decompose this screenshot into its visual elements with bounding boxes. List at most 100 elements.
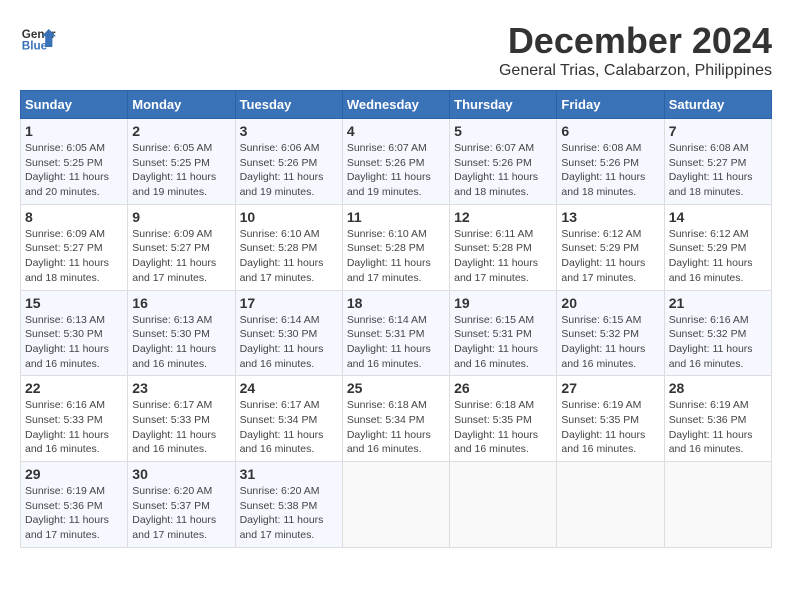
page-header: General Blue December 2024 General Trias… bbox=[20, 20, 772, 80]
day-number: 10 bbox=[240, 209, 338, 225]
calendar-cell: 9Sunrise: 6:09 AMSunset: 5:27 PMDaylight… bbox=[128, 204, 235, 290]
day-detail: Sunrise: 6:09 AMSunset: 5:27 PMDaylight:… bbox=[25, 227, 123, 286]
day-detail: Sunrise: 6:11 AMSunset: 5:28 PMDaylight:… bbox=[454, 227, 552, 286]
day-number: 31 bbox=[240, 466, 338, 482]
calendar-cell: 23 Sunrise: 6:17 AMSunset: 5:33 PMDayligh… bbox=[128, 376, 235, 462]
calendar-cell: 25 Sunrise: 6:18 AMSunset: 5:34 PMDayligh… bbox=[342, 376, 449, 462]
day-detail: Sunrise: 6:19 AMSunset: 5:36 PMDaylight:… bbox=[669, 398, 767, 457]
calendar-cell: 15Sunrise: 6:13 AMSunset: 5:30 PMDayligh… bbox=[21, 290, 128, 376]
day-number: 26 bbox=[454, 380, 552, 396]
calendar-cell: 20 Sunrise: 6:15 AMSunset: 5:32 PMDayligh… bbox=[557, 290, 664, 376]
day-number: 25 bbox=[347, 380, 445, 396]
calendar-cell: 2Sunrise: 6:05 AMSunset: 5:25 PMDaylight… bbox=[128, 119, 235, 205]
day-detail: Sunrise: 6:16 AMSunset: 5:32 PMDaylight:… bbox=[669, 313, 767, 372]
calendar-cell: 3Sunrise: 6:06 AMSunset: 5:26 PMDaylight… bbox=[235, 119, 342, 205]
day-number: 17 bbox=[240, 295, 338, 311]
calendar-cell: 30Sunrise: 6:20 AMSunset: 5:37 PMDayligh… bbox=[128, 462, 235, 548]
calendar-cell: 22 Sunrise: 6:16 AMSunset: 5:33 PMDayligh… bbox=[21, 376, 128, 462]
day-detail: Sunrise: 6:19 AMSunset: 5:35 PMDaylight:… bbox=[561, 398, 659, 457]
calendar-cell: 5 Sunrise: 6:07 AMSunset: 5:26 PMDaylight… bbox=[450, 119, 557, 205]
day-number: 7 bbox=[669, 123, 767, 139]
calendar-cell: 26 Sunrise: 6:18 AMSunset: 5:35 PMDayligh… bbox=[450, 376, 557, 462]
day-detail: Sunrise: 6:17 AMSunset: 5:34 PMDaylight:… bbox=[240, 398, 338, 457]
day-number: 18 bbox=[347, 295, 445, 311]
day-number: 11 bbox=[347, 209, 445, 225]
column-header-monday: Monday bbox=[128, 91, 235, 119]
day-number: 8 bbox=[25, 209, 123, 225]
day-number: 15 bbox=[25, 295, 123, 311]
day-number: 5 bbox=[454, 123, 552, 139]
calendar-cell: 6 Sunrise: 6:08 AMSunset: 5:26 PMDaylight… bbox=[557, 119, 664, 205]
day-number: 24 bbox=[240, 380, 338, 396]
column-header-saturday: Saturday bbox=[664, 91, 771, 119]
logo: General Blue bbox=[20, 20, 56, 56]
calendar-cell bbox=[342, 462, 449, 548]
logo-icon: General Blue bbox=[20, 20, 56, 56]
calendar-cell: 21 Sunrise: 6:16 AMSunset: 5:32 PMDayligh… bbox=[664, 290, 771, 376]
day-detail: Sunrise: 6:17 AMSunset: 5:33 PMDaylight:… bbox=[132, 398, 230, 457]
month-title: December 2024 bbox=[499, 20, 772, 62]
day-detail: Sunrise: 6:07 AMSunset: 5:26 PMDaylight:… bbox=[454, 141, 552, 200]
day-number: 3 bbox=[240, 123, 338, 139]
day-detail: Sunrise: 6:13 AMSunset: 5:30 PMDaylight:… bbox=[132, 313, 230, 372]
column-header-tuesday: Tuesday bbox=[235, 91, 342, 119]
calendar-table: SundayMondayTuesdayWednesdayThursdayFrid… bbox=[20, 90, 772, 548]
calendar-cell: 10Sunrise: 6:10 AMSunset: 5:28 PMDayligh… bbox=[235, 204, 342, 290]
day-number: 27 bbox=[561, 380, 659, 396]
calendar-week-row: 8 Sunrise: 6:09 AMSunset: 5:27 PMDaylight… bbox=[21, 204, 772, 290]
calendar-cell: 12 Sunrise: 6:11 AMSunset: 5:28 PMDayligh… bbox=[450, 204, 557, 290]
calendar-cell: 19 Sunrise: 6:15 AMSunset: 5:31 PMDayligh… bbox=[450, 290, 557, 376]
day-detail: Sunrise: 6:16 AMSunset: 5:33 PMDaylight:… bbox=[25, 398, 123, 457]
calendar-cell: 29 Sunrise: 6:19 AMSunset: 5:36 PMDayligh… bbox=[21, 462, 128, 548]
day-detail: Sunrise: 6:08 AMSunset: 5:26 PMDaylight:… bbox=[561, 141, 659, 200]
calendar-cell: 31 Sunrise: 6:20 AMSunset: 5:38 PMDayligh… bbox=[235, 462, 342, 548]
day-detail: Sunrise: 6:14 AMSunset: 5:31 PMDaylight:… bbox=[347, 313, 445, 372]
calendar-cell bbox=[557, 462, 664, 548]
day-detail: Sunrise: 6:18 AMSunset: 5:35 PMDaylight:… bbox=[454, 398, 552, 457]
day-number: 13 bbox=[561, 209, 659, 225]
calendar-cell: 24 Sunrise: 6:17 AMSunset: 5:34 PMDayligh… bbox=[235, 376, 342, 462]
day-number: 19 bbox=[454, 295, 552, 311]
calendar-cell: 13 Sunrise: 6:12 AMSunset: 5:29 PMDayligh… bbox=[557, 204, 664, 290]
day-detail: Sunrise: 6:10 AMSunset: 5:28 PMDaylight:… bbox=[347, 227, 445, 286]
day-number: 22 bbox=[25, 380, 123, 396]
calendar-cell: 14Sunrise: 6:12 AMSunset: 5:29 PMDayligh… bbox=[664, 204, 771, 290]
day-number: 21 bbox=[669, 295, 767, 311]
day-number: 28 bbox=[669, 380, 767, 396]
location-title: General Trias, Calabarzon, Philippines bbox=[499, 62, 772, 80]
day-detail: Sunrise: 6:05 AMSunset: 5:25 PMDaylight:… bbox=[25, 141, 123, 200]
day-detail: Sunrise: 6:15 AMSunset: 5:31 PMDaylight:… bbox=[454, 313, 552, 372]
day-number: 23 bbox=[132, 380, 230, 396]
calendar-cell bbox=[450, 462, 557, 548]
day-number: 2 bbox=[132, 123, 230, 139]
day-number: 20 bbox=[561, 295, 659, 311]
calendar-cell: 17 Sunrise: 6:14 AMSunset: 5:30 PMDayligh… bbox=[235, 290, 342, 376]
calendar-cell: 8 Sunrise: 6:09 AMSunset: 5:27 PMDaylight… bbox=[21, 204, 128, 290]
day-detail: Sunrise: 6:18 AMSunset: 5:34 PMDaylight:… bbox=[347, 398, 445, 457]
day-number: 12 bbox=[454, 209, 552, 225]
calendar-week-row: 29 Sunrise: 6:19 AMSunset: 5:36 PMDayligh… bbox=[21, 462, 772, 548]
calendar-cell: 18 Sunrise: 6:14 AMSunset: 5:31 PMDayligh… bbox=[342, 290, 449, 376]
day-number: 30 bbox=[132, 466, 230, 482]
column-header-thursday: Thursday bbox=[450, 91, 557, 119]
calendar-cell: 16Sunrise: 6:13 AMSunset: 5:30 PMDayligh… bbox=[128, 290, 235, 376]
calendar-cell: 4Sunrise: 6:07 AMSunset: 5:26 PMDaylight… bbox=[342, 119, 449, 205]
day-detail: Sunrise: 6:14 AMSunset: 5:30 PMDaylight:… bbox=[240, 313, 338, 372]
day-number: 29 bbox=[25, 466, 123, 482]
calendar-cell: 11 Sunrise: 6:10 AMSunset: 5:28 PMDayligh… bbox=[342, 204, 449, 290]
day-detail: Sunrise: 6:15 AMSunset: 5:32 PMDaylight:… bbox=[561, 313, 659, 372]
calendar-cell bbox=[664, 462, 771, 548]
calendar-header-row: SundayMondayTuesdayWednesdayThursdayFrid… bbox=[21, 91, 772, 119]
day-detail: Sunrise: 6:20 AMSunset: 5:38 PMDaylight:… bbox=[240, 484, 338, 543]
day-number: 6 bbox=[561, 123, 659, 139]
day-detail: Sunrise: 6:12 AMSunset: 5:29 PMDaylight:… bbox=[669, 227, 767, 286]
calendar-week-row: 22 Sunrise: 6:16 AMSunset: 5:33 PMDayligh… bbox=[21, 376, 772, 462]
day-number: 9 bbox=[132, 209, 230, 225]
column-header-friday: Friday bbox=[557, 91, 664, 119]
day-number: 4 bbox=[347, 123, 445, 139]
day-detail: Sunrise: 6:12 AMSunset: 5:29 PMDaylight:… bbox=[561, 227, 659, 286]
calendar-cell: 1 Sunrise: 6:05 AMSunset: 5:25 PMDaylight… bbox=[21, 119, 128, 205]
day-detail: Sunrise: 6:19 AMSunset: 5:36 PMDaylight:… bbox=[25, 484, 123, 543]
day-number: 1 bbox=[25, 123, 123, 139]
calendar-cell: 28 Sunrise: 6:19 AMSunset: 5:36 PMDayligh… bbox=[664, 376, 771, 462]
